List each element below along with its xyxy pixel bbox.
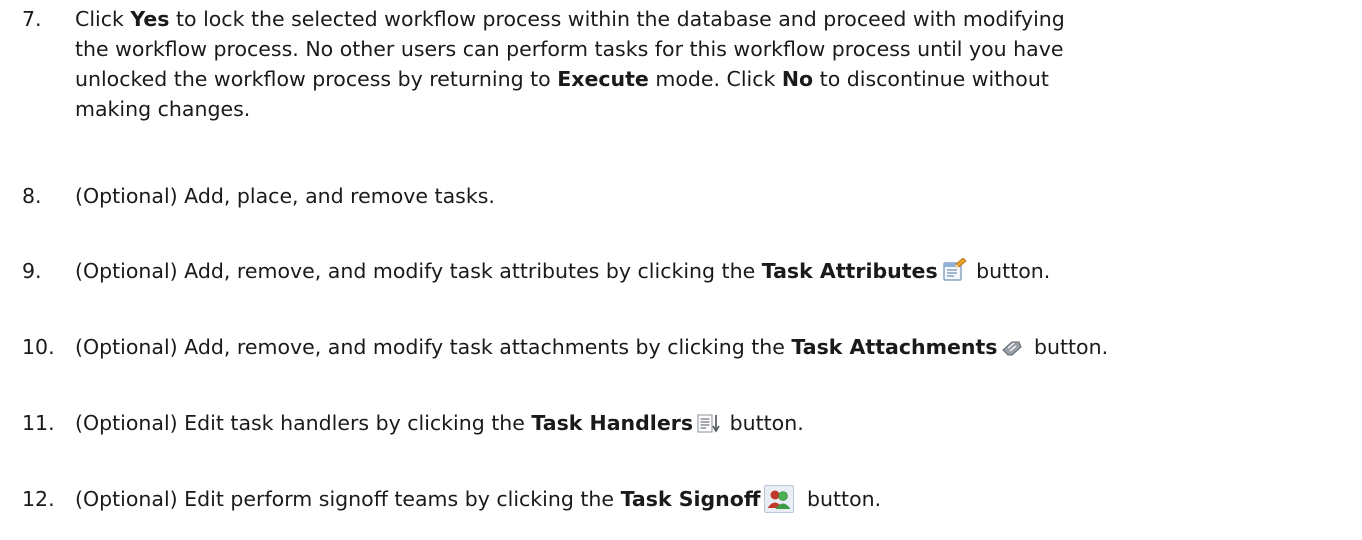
execute-label: Execute xyxy=(557,67,649,91)
step-text-segment: button. xyxy=(969,259,1051,283)
step-number: 7. xyxy=(22,7,42,31)
task-attachments-label: Task Attachments xyxy=(791,335,998,359)
step-number: 12. xyxy=(22,487,55,511)
step-text-segment: mode. Click xyxy=(648,67,782,91)
step-text: Click Yes to lock the selected workflow … xyxy=(75,4,1085,124)
step-text-segment: (Optional) Add, remove, and modify task … xyxy=(75,335,792,359)
task-attributes-icon xyxy=(941,257,967,290)
step-number: 8. xyxy=(22,184,42,208)
task-signoff-label: Task Signoff xyxy=(620,487,761,511)
step-text-segment: (Optional) Add, remove, and modify task … xyxy=(75,259,762,283)
step-text: (Optional) Add, remove, and modify task … xyxy=(75,256,1359,290)
task-handlers-icon xyxy=(696,412,720,442)
step-text: (Optional) Add, remove, and modify task … xyxy=(75,332,1359,366)
step-number: 9. xyxy=(22,259,42,283)
step-text-segment: button. xyxy=(1027,335,1109,359)
step-text: (Optional) Edit task handlers by clickin… xyxy=(75,408,1359,442)
step-number: 11. xyxy=(22,411,55,435)
no-label: No xyxy=(781,67,814,91)
yes-label: Yes xyxy=(130,7,170,31)
step-text: (Optional) Edit perform signoff teams by… xyxy=(75,484,1359,514)
step-text-segment: (Optional) Edit task handlers by clickin… xyxy=(75,411,532,435)
step-text-segment: (Optional) Edit perform signoff teams by… xyxy=(75,487,621,511)
step-text-segment: button. xyxy=(800,487,882,511)
step-number: 10. xyxy=(22,335,55,359)
task-attributes-label: Task Attributes xyxy=(761,259,938,283)
task-signoff-icon xyxy=(764,485,795,513)
step-text-segment: button. xyxy=(723,411,804,435)
step-text: (Optional) Add, place, and remove tasks. xyxy=(75,184,495,208)
task-attachments-icon xyxy=(1000,336,1024,366)
task-handlers-label: Task Handlers xyxy=(531,411,694,435)
step-text-segment: Click xyxy=(75,7,131,31)
